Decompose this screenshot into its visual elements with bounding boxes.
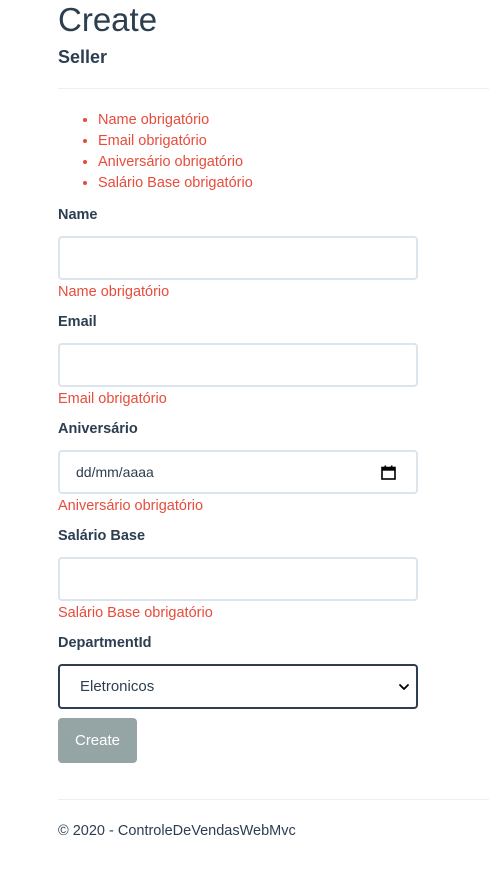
salary-error: Salário Base obrigatório — [58, 605, 213, 621]
footer-divider — [58, 799, 489, 800]
salary-group: Salário Base Salário Base obrigatório — [58, 527, 418, 622]
chevron-down-icon — [399, 684, 409, 690]
birthday-error: Aniversário obrigatório — [58, 498, 204, 514]
page-title: Create — [58, 1, 158, 38]
page-subtitle: Seller — [58, 47, 108, 67]
department-selected-value: Eletronicos — [80, 678, 155, 695]
department-select[interactable]: Eletronicos — [58, 664, 418, 709]
name-error: Name obrigatório — [58, 284, 170, 300]
validation-summary-item: Email obrigatório — [98, 131, 253, 152]
salary-input[interactable] — [58, 557, 418, 601]
email-error: Email obrigatório — [58, 391, 167, 407]
footer-text: © 2020 - ControleDeVendasWebMvc — [58, 823, 296, 839]
validation-summary-item: Name obrigatório — [98, 110, 253, 131]
divider — [58, 88, 489, 89]
create-button[interactable]: Create — [58, 718, 137, 763]
email-group: Email Email obrigatório — [58, 313, 418, 408]
validation-summary-item: Aniversário obrigatório — [98, 152, 253, 173]
birthday-label: Aniversário — [58, 421, 138, 437]
validation-summary-item: Salário Base obrigatório — [98, 173, 253, 194]
email-label: Email — [58, 314, 97, 330]
calendar-icon[interactable] — [381, 465, 396, 480]
name-input[interactable] — [58, 236, 418, 280]
email-input[interactable] — [58, 343, 418, 387]
page: Create Seller Name obrigatório Email obr… — [0, 0, 489, 870]
salary-label: Salário Base — [58, 528, 146, 544]
department-group: DepartmentId Eletronicos — [58, 634, 418, 709]
birthday-group: Aniversário dd/mm/aaaa Aniversário obrig… — [58, 420, 418, 515]
validation-summary: Name obrigatório Email obrigatório Anive… — [58, 110, 253, 194]
name-group: Name Name obrigatório — [58, 206, 418, 301]
department-label: DepartmentId — [58, 635, 152, 651]
birthday-input[interactable]: dd/mm/aaaa — [58, 450, 418, 494]
name-label: Name — [58, 207, 98, 223]
birthday-placeholder: dd/mm/aaaa — [76, 464, 154, 480]
